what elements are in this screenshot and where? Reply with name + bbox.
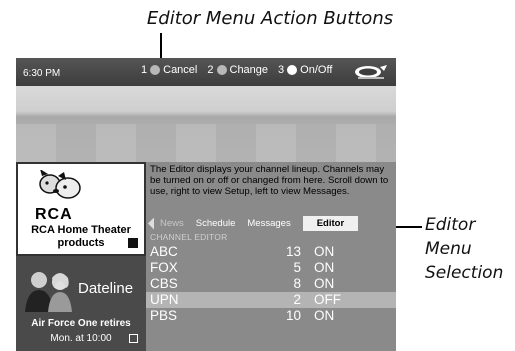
channel-row[interactable]: ABC 13 ON	[146, 244, 396, 260]
channel-status: ON	[314, 260, 335, 275]
channel-name: ABC	[150, 244, 178, 259]
channel-list: ABC 13 ON FOX 5 ON CBS 8 ON UPN 2 OFF PB…	[146, 244, 396, 324]
channel-status: ON	[314, 276, 335, 291]
callout-menu-selection: Editor Menu Selection	[425, 213, 503, 285]
tab-news[interactable]: News	[154, 216, 190, 231]
ad-line-1: RCA Home Theater	[31, 224, 131, 236]
menu-tabs: News Schedule Messages Editor	[146, 216, 396, 231]
clock: 6:30 PM	[23, 68, 61, 79]
channel-name: CBS	[150, 276, 178, 291]
channel-row[interactable]: CBS 8 ON	[146, 276, 396, 292]
change-button[interactable]: 2 Change	[207, 64, 268, 76]
info-icon	[128, 238, 138, 248]
cancel-button[interactable]: 1 Cancel	[141, 64, 197, 76]
channel-name: UPN	[150, 292, 179, 307]
editor-description: The Editor displays your channel lineup.…	[150, 164, 389, 197]
channel-name: PBS	[150, 308, 178, 323]
dateline-ad-panel[interactable]: Dateline Air Force One retires Mon. at 1…	[16, 256, 146, 351]
guide-plus-logo-icon	[355, 65, 387, 79]
tab-schedule[interactable]: Schedule	[190, 216, 242, 231]
button-number: 3	[278, 64, 285, 76]
callout-line-3: Selection	[425, 263, 504, 283]
top-bar: 6:30 PM 1 Cancel 2 Change 3 On/Off	[16, 58, 396, 86]
rca-logo: RCA	[35, 206, 73, 223]
white-dot-icon	[287, 65, 298, 75]
info-icon	[129, 334, 138, 343]
show-time: Mon. at 10:00	[50, 333, 112, 344]
button-label: Change	[229, 64, 269, 76]
channel-editor-heading: CHANNEL EDITOR	[150, 232, 228, 242]
channel-number: 13	[285, 244, 301, 259]
rca-ad-panel[interactable]: RCA RCA Home Theater products	[16, 162, 146, 256]
channel-number: 8	[293, 276, 301, 291]
show-title: Dateline	[78, 280, 134, 297]
button-number: 2	[207, 64, 214, 76]
callout-action-buttons: Editor Menu Action Buttons	[146, 8, 394, 29]
left-arrow-icon[interactable]	[148, 217, 154, 230]
button-label: On/Off	[300, 64, 333, 76]
channel-status: ON	[314, 308, 335, 323]
callout-line-1: Editor	[425, 215, 476, 235]
gray-dot-icon	[150, 65, 161, 75]
gray-dot-icon	[216, 65, 227, 75]
channel-row[interactable]: PBS 10 ON	[146, 308, 396, 324]
action-buttons: 1 Cancel 2 Change 3 On/Off	[141, 64, 332, 76]
channel-row-selected[interactable]: UPN 2 OFF	[146, 292, 396, 308]
ad-line-2: products	[57, 237, 105, 249]
channel-number: 5	[293, 260, 301, 275]
ad-text: RCA Home Theater products	[18, 224, 144, 250]
channel-status: OFF	[314, 292, 341, 307]
button-label: Cancel	[163, 64, 198, 76]
button-number: 1	[141, 64, 148, 76]
show-episode: Air Force One retires	[31, 318, 131, 329]
channel-number: 2	[293, 292, 301, 307]
on-off-button[interactable]: 3 On/Off	[278, 64, 332, 76]
channel-status: ON	[314, 244, 335, 259]
channel-name: FOX	[150, 260, 178, 275]
tv-screen: 6:30 PM 1 Cancel 2 Change 3 On/Off RCA R…	[16, 58, 396, 351]
channel-number: 10	[285, 308, 301, 323]
hosts-icon	[25, 272, 72, 312]
callout-pointer-line	[160, 33, 162, 59]
dogs-icon	[39, 170, 81, 199]
editor-panel: The Editor displays your channel lineup.…	[146, 162, 396, 351]
tab-editor[interactable]: Editor	[302, 216, 359, 231]
channel-row[interactable]: FOX 5 ON	[146, 260, 396, 276]
callout-line-2: Menu	[425, 239, 472, 259]
tab-messages[interactable]: Messages	[241, 216, 296, 231]
